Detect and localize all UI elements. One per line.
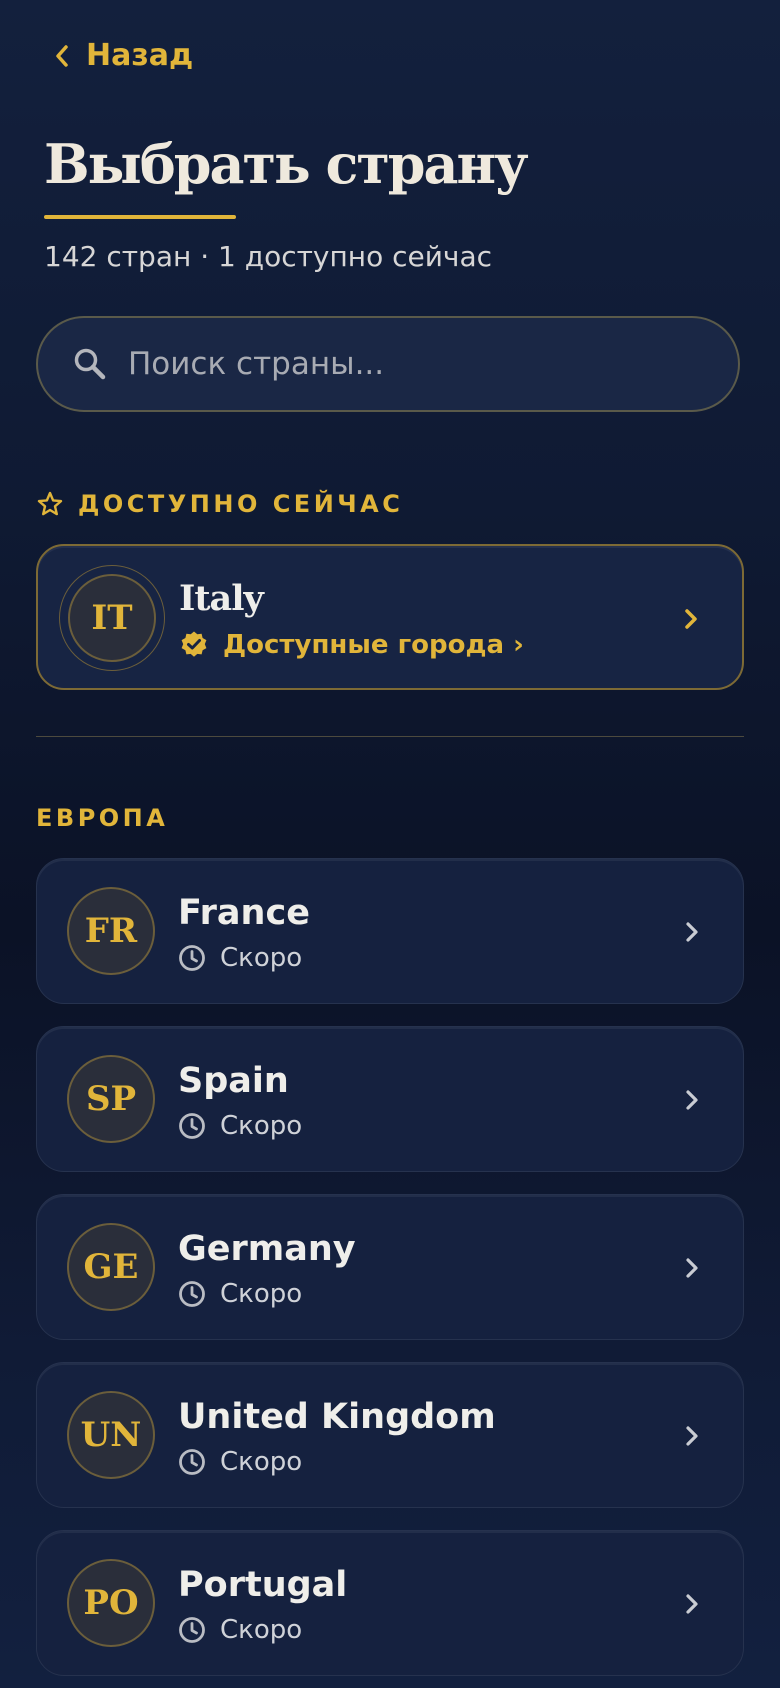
country-code-badge: IT [68,574,156,662]
country-name: Germany [178,1229,356,1269]
clock-icon [179,1281,205,1307]
section-available-now: ДОСТУПНО СЕЙЧАС [36,490,403,518]
country-code-badge: PO [67,1559,155,1647]
country-card-portugal[interactable]: PO Portugal Скоро [36,1530,744,1676]
status-label: Скоро [220,1447,303,1477]
available-cities-link[interactable]: Доступные города › [179,630,524,660]
page-title: Выбрать страну [44,132,529,196]
clock-icon [179,1617,205,1643]
country-card-germany[interactable]: GE Germany Скоро [36,1194,744,1340]
page-subtitle: 142 стран · 1 доступно сейчас [44,240,493,273]
search-icon [72,346,108,382]
country-status: Скоро [178,1111,302,1141]
clock-icon [179,1449,205,1475]
status-label: Скоро [220,1615,303,1645]
country-card-united-kingdom[interactable]: UN United Kingdom Скоро [36,1362,744,1508]
section-divider [36,736,744,737]
section-europe-label: ЕВРОПА [36,804,169,832]
country-name: Portugal [178,1565,348,1605]
chevron-left-icon [56,44,68,67]
country-code-badge: UN [67,1391,155,1479]
country-card-italy[interactable]: IT Italy Доступные города › [36,544,744,690]
chevron-right-icon [686,1594,698,1614]
chevron-right-icon [686,1426,698,1446]
status-label: Скоро [220,943,303,973]
back-button[interactable]: Назад [54,38,193,73]
country-name: Italy [179,578,264,619]
back-label: Назад [86,38,194,73]
search-input[interactable] [128,334,738,394]
status-label: Скоро [220,1279,303,1309]
chevron-right-icon [686,1258,698,1278]
verified-badge-icon [181,631,207,657]
country-name: France [178,893,310,933]
section-europe: ЕВРОПА [36,804,168,832]
country-status: Скоро [178,1447,302,1477]
country-code-badge: SP [67,1055,155,1143]
country-code-badge: GE [67,1223,155,1311]
country-status: Скоро [178,1279,302,1309]
clock-icon [179,1113,205,1139]
chevron-right-icon [686,1090,698,1110]
country-name: United Kingdom [178,1397,496,1437]
country-status: Скоро [178,943,302,973]
country-code-badge: FR [67,887,155,975]
star-icon [37,491,63,516]
country-card-spain[interactable]: SP Spain Скоро [36,1026,744,1172]
status-label: Доступные города › [223,630,524,660]
country-card-france[interactable]: FR France Скоро [36,858,744,1004]
title-underline [44,215,236,219]
clock-icon [179,945,205,971]
chevron-right-icon [686,922,698,942]
section-available-label: ДОСТУПНО СЕЙЧАС [78,490,404,518]
country-status: Скоро [178,1615,302,1645]
country-name: Spain [178,1061,289,1101]
search-bar[interactable] [36,316,740,412]
status-label: Скоро [220,1111,303,1141]
chevron-right-icon [685,609,697,629]
